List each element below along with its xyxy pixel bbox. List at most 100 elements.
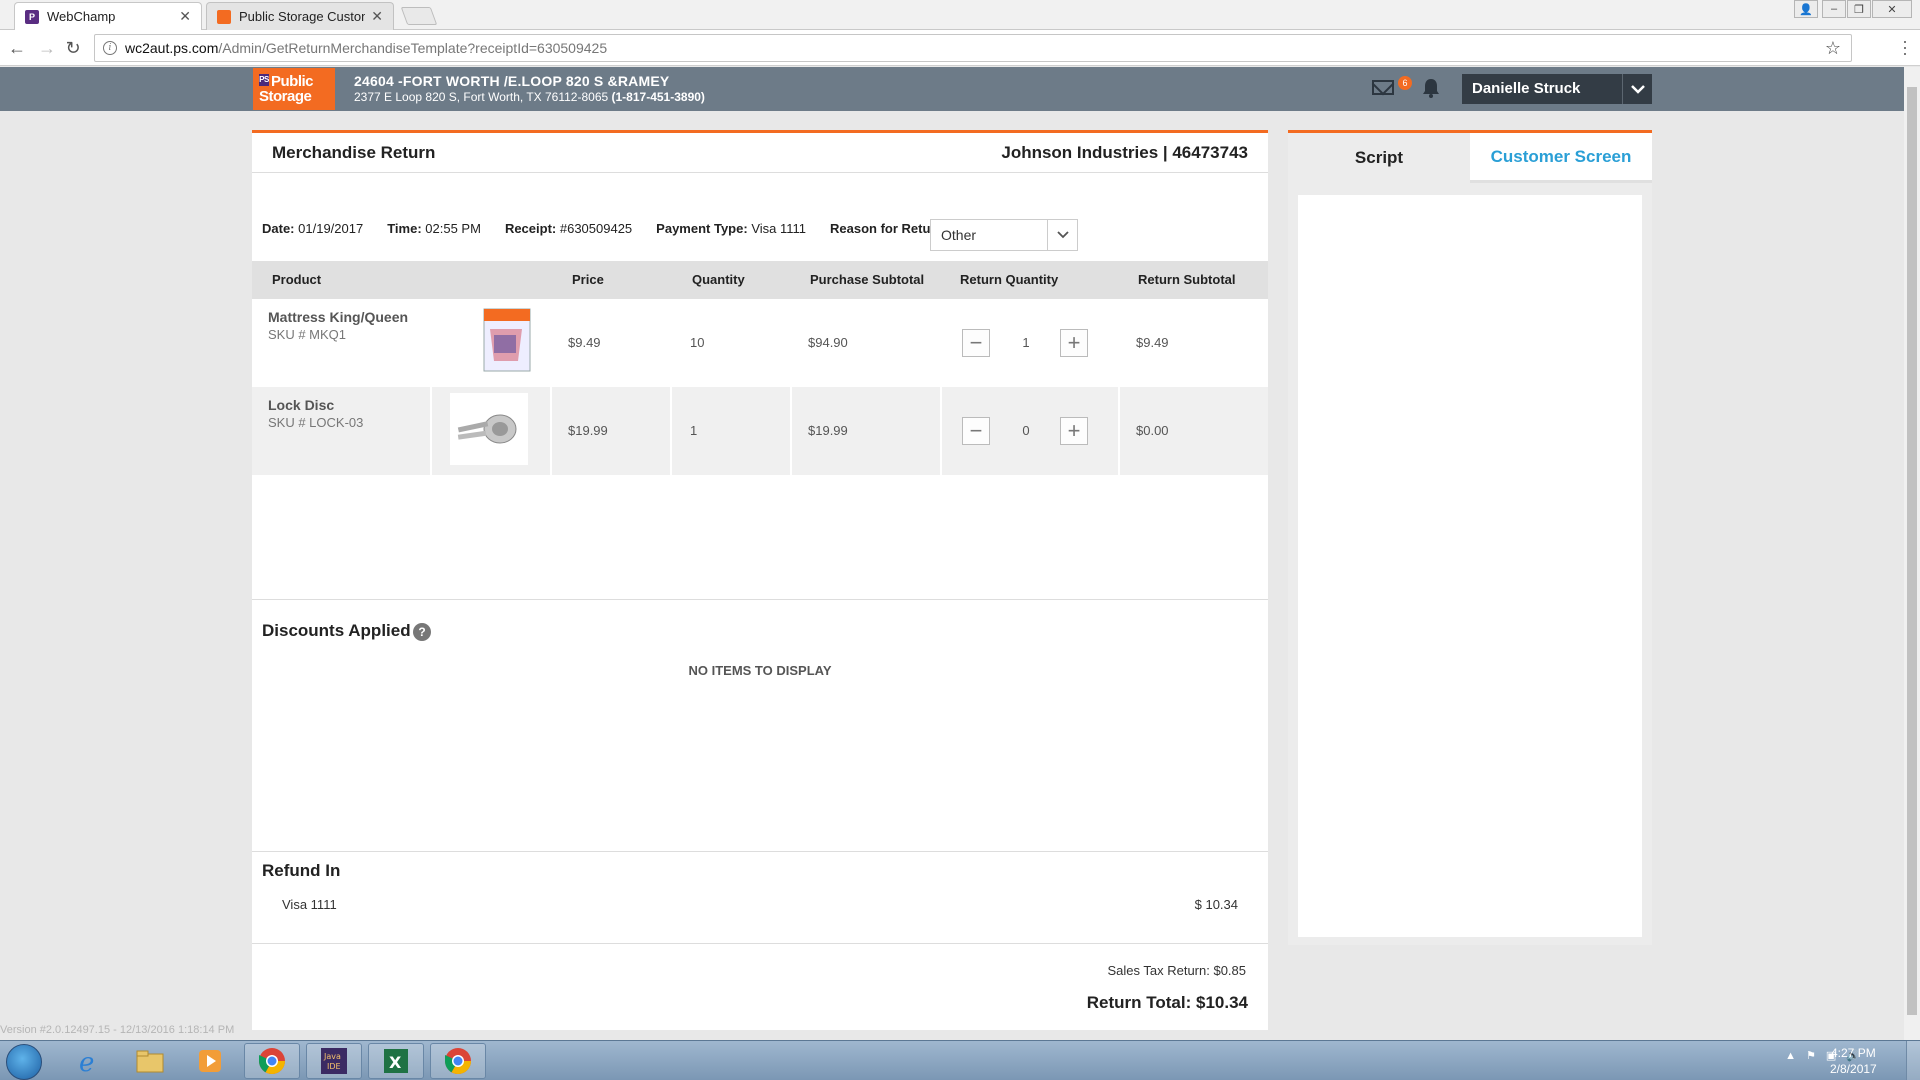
clock[interactable]: 4:27 PM 2/8/2017	[1830, 1045, 1877, 1077]
date-field: Date: 01/19/2017	[262, 221, 363, 236]
store-phone: (1-817-451-3890)	[611, 90, 705, 104]
receipt-label: Receipt:	[504, 221, 557, 236]
page-scrollbar[interactable]	[1904, 67, 1920, 1041]
receipt-field: Receipt: #630509425	[505, 221, 632, 236]
java-ee-ide-icon[interactable]: Java IDE	[306, 1043, 362, 1079]
action-center-icon[interactable]: ⚑	[1806, 1049, 1816, 1062]
decrease-quantity-button[interactable]: −	[962, 417, 990, 445]
url-input[interactable]: i wc2aut.ps.com/Admin/GetReturnMerchandi…	[94, 34, 1852, 62]
col-product: Product	[272, 272, 322, 287]
bell-icon[interactable]	[1422, 78, 1440, 98]
store-address-line: 2377 E Loop 820 S, Fort Worth, TX 76112-…	[354, 90, 705, 104]
product-name: Lock Disc	[268, 397, 335, 413]
reload-icon[interactable]: ↻	[62, 38, 84, 59]
svg-text:Java: Java	[323, 1052, 341, 1061]
chrome-menu-icon[interactable]: · · ·	[1902, 32, 1908, 62]
script-panel: Script Customer Screen	[1288, 130, 1652, 945]
table-row: Mattress King/Queen SKU # MKQ1 $9.49 10 …	[252, 299, 1268, 387]
start-button[interactable]	[6, 1044, 42, 1080]
reason-for-return-select[interactable]: Other	[930, 219, 1078, 251]
payment-label: Payment Type:	[656, 221, 748, 236]
mail-icon[interactable]	[1372, 80, 1394, 95]
chrome-icon[interactable]	[244, 1043, 300, 1079]
clock-date: 2/8/2017	[1830, 1062, 1877, 1076]
svg-text:e: e	[79, 1048, 94, 1076]
return-subtotal: $9.49	[1136, 335, 1169, 350]
refund-method: Visa 1111	[282, 897, 337, 912]
section-divider	[252, 599, 1268, 600]
close-tab-icon[interactable]: ✕	[179, 8, 191, 25]
col-quantity: Quantity	[692, 272, 745, 287]
column-divider	[790, 387, 792, 475]
media-player-icon[interactable]	[182, 1043, 238, 1079]
payment-field: Payment Type: Visa 1111	[656, 221, 806, 236]
col-purchase-subtotal: Purchase Subtotal	[810, 272, 925, 287]
lock-disc-image	[450, 393, 528, 465]
user-menu-toggle[interactable]	[1622, 74, 1652, 104]
receipt-meta: Date: 01/19/2017 Time: 02:55 PM Receipt:…	[262, 221, 972, 236]
column-divider	[1118, 387, 1120, 475]
store-address: 2377 E Loop 820 S, Fort Worth, TX 76112-…	[354, 90, 609, 104]
refund-amount: $ 10.34	[1194, 897, 1238, 912]
return-quantity-value: 1	[1022, 335, 1030, 350]
mattress-bag-image	[464, 305, 542, 377]
discounts-title: Discounts Applied	[262, 621, 411, 640]
bookmark-star-icon[interactable]: ☆	[1825, 38, 1841, 59]
purchase-subtotal: $94.90	[808, 335, 848, 350]
refund-title: Refund In	[262, 861, 341, 880]
show-desktop-button[interactable]	[1906, 1041, 1920, 1080]
back-icon[interactable]: ←	[6, 38, 28, 59]
sales-tax-return: Sales Tax Return: $0.85	[1107, 963, 1246, 978]
minimize-button[interactable]: –	[1822, 0, 1846, 18]
svg-text:IDE: IDE	[327, 1062, 341, 1071]
store-name: 24604 -FORT WORTH /E.LOOP 820 S &RAMEY	[354, 73, 670, 89]
tab-customer-screen[interactable]: Customer Screen	[1470, 133, 1652, 183]
column-divider	[550, 387, 552, 475]
mail-count-badge: 6	[1398, 76, 1412, 90]
chrome-icon[interactable]	[430, 1043, 486, 1079]
decrease-quantity-button[interactable]: −	[962, 329, 990, 357]
public-storage-logo[interactable]: PS Public Storage	[253, 68, 335, 110]
chevron-down-icon	[1630, 85, 1645, 94]
payment-value: Visa 1111	[751, 221, 807, 236]
restore-button[interactable]: ❐	[1847, 0, 1871, 18]
profile-icon[interactable]: 👤	[1794, 0, 1818, 18]
forward-icon[interactable]: →	[36, 38, 58, 59]
windows-taskbar: e Java IDE X ▲ ⚑ ▣ 🔊 4:27 PM 2/8/2017	[0, 1040, 1920, 1080]
tab-title: Public Storage Customer	[239, 9, 365, 24]
tab-script[interactable]: Script	[1288, 133, 1470, 183]
increase-quantity-button[interactable]: +	[1060, 417, 1088, 445]
close-window-button[interactable]: ✕	[1872, 0, 1912, 18]
product-sku: SKU # LOCK-03	[268, 415, 364, 430]
product-name: Mattress King/Queen	[268, 309, 409, 325]
chevron-down-icon[interactable]	[1047, 220, 1077, 250]
increase-quantity-button[interactable]: +	[1060, 329, 1088, 357]
info-icon[interactable]: i	[103, 41, 117, 55]
return-subtotal: $0.00	[1136, 423, 1169, 438]
close-tab-icon[interactable]: ✕	[371, 8, 383, 25]
excel-icon[interactable]: X	[368, 1043, 424, 1079]
tray-expand-icon[interactable]: ▲	[1785, 1050, 1796, 1062]
file-explorer-icon[interactable]	[122, 1043, 178, 1079]
logo-text-storage: Storage	[259, 88, 312, 105]
public-storage-favicon-icon	[217, 9, 231, 24]
time-label: Time:	[387, 221, 422, 236]
browser-tab-public-storage[interactable]: Public Storage Customer ✕	[206, 2, 394, 30]
price: $19.99	[568, 423, 608, 438]
internet-explorer-icon[interactable]: e	[62, 1043, 118, 1079]
date-value: 01/19/2017	[298, 221, 364, 236]
scrollbar-thumb[interactable]	[1907, 87, 1917, 1015]
url-host: wc2aut.ps.com	[125, 40, 219, 56]
items-table-header: Product Price Quantity Purchase Subtotal…	[252, 261, 1268, 299]
tab-title: WebChamp	[47, 9, 116, 24]
script-content-area	[1298, 195, 1642, 937]
customer-info: Johnson Industries | 46473743	[1001, 142, 1248, 162]
help-icon[interactable]: ?	[413, 623, 431, 641]
reason-selected-value: Other	[941, 227, 977, 243]
new-tab-button[interactable]	[400, 7, 438, 25]
svg-text:X: X	[389, 1053, 402, 1072]
col-return-quantity: Return Quantity	[960, 272, 1059, 287]
section-divider	[252, 943, 1268, 944]
purchase-subtotal: $19.99	[808, 423, 848, 438]
browser-tab-webchamp[interactable]: P WebChamp ✕	[14, 2, 202, 30]
